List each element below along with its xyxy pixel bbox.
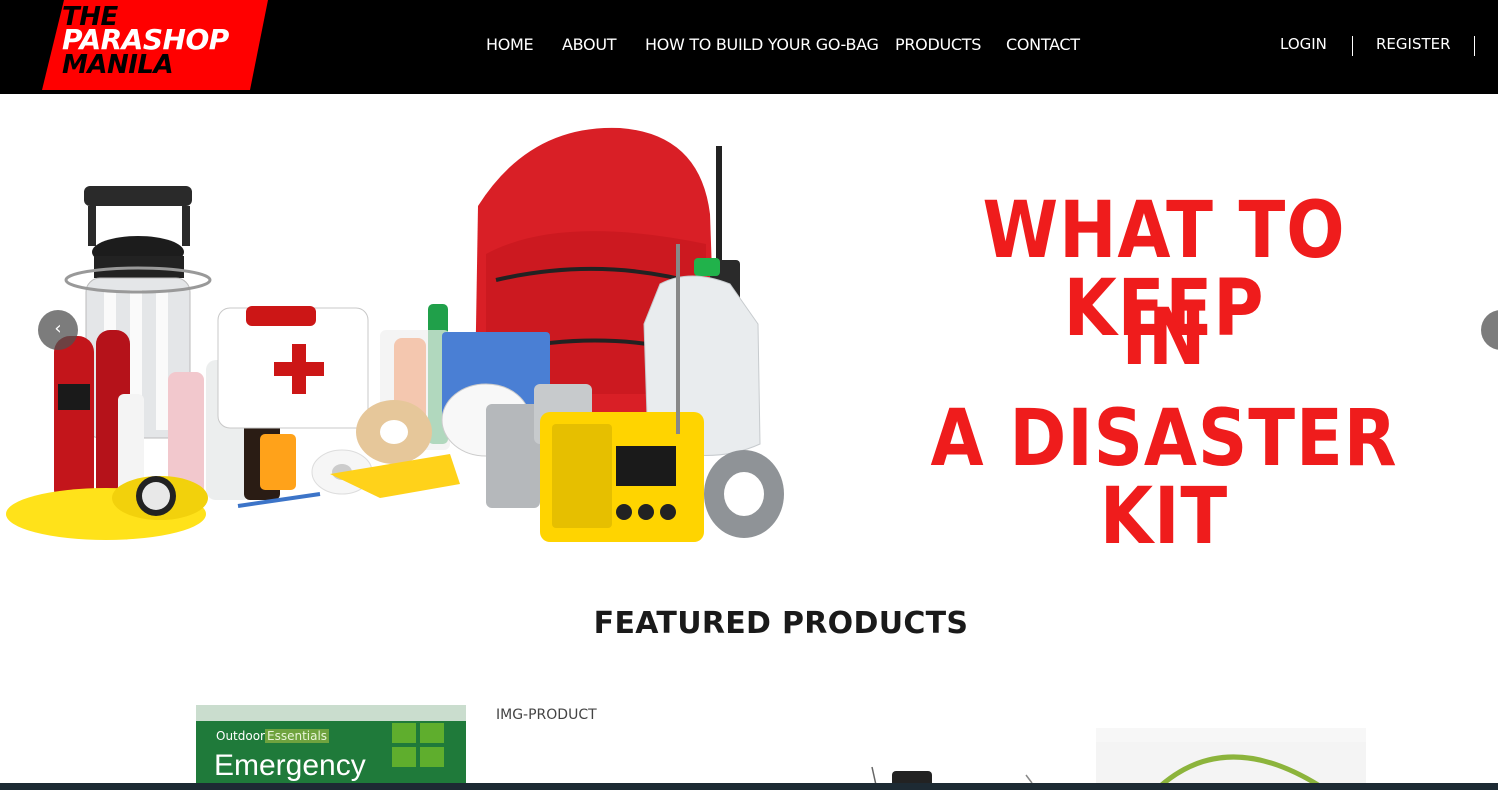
nav-about[interactable]: ABOUT bbox=[562, 34, 617, 56]
nav-home[interactable]: HOME bbox=[486, 34, 534, 56]
site-header: THE PARASHOP MANILA HOME ABOUT HOW TO BU… bbox=[0, 0, 1498, 94]
nav-how-to-build-go-bag[interactable]: HOW TO BUILD YOUR GO-BAG bbox=[645, 34, 879, 56]
product-brand-b: Essentials bbox=[265, 729, 330, 743]
slider-prev-button[interactable]: ‹ bbox=[38, 310, 78, 350]
nav-divider bbox=[1474, 36, 1475, 56]
hero-headline-line3: A DISASTER KIT bbox=[930, 394, 1398, 562]
hero-headline-line2: IN bbox=[1121, 293, 1207, 383]
main-nav: HOME ABOUT HOW TO BUILD YOUR GO-BAG PROD… bbox=[0, 34, 1498, 56]
product-card[interactable] bbox=[796, 705, 1066, 790]
register-link[interactable]: REGISTER bbox=[1376, 34, 1451, 54]
page-bottom-bar bbox=[0, 783, 1498, 790]
broken-image-alt: IMG-PRODUCT bbox=[496, 707, 597, 723]
disaster-kit-image bbox=[6, 127, 784, 542]
nav-divider bbox=[1352, 36, 1353, 56]
product-card[interactable]: Outdoor Essentials Emergency bbox=[196, 705, 466, 790]
hero-slider: WHAT TO KEEP IN A DISASTER KIT bbox=[0, 94, 1498, 570]
product-brand-a: Outdoor bbox=[216, 729, 265, 743]
product-card[interactable] bbox=[1096, 728, 1366, 790]
product-image bbox=[871, 766, 1033, 790]
chevron-left-icon: ‹ bbox=[54, 318, 62, 339]
nav-products[interactable]: PRODUCTS bbox=[895, 34, 981, 56]
product-card[interactable]: IMG-PRODUCT bbox=[496, 705, 766, 790]
featured-products-heading: FEATURED PRODUCTS bbox=[593, 606, 969, 641]
product-brand: Outdoor Essentials bbox=[216, 729, 330, 743]
product-image bbox=[1096, 728, 1366, 790]
login-link[interactable]: LOGIN bbox=[1280, 34, 1327, 54]
product-name: Emergency bbox=[214, 749, 366, 782]
nav-contact[interactable]: CONTACT bbox=[1006, 34, 1080, 56]
